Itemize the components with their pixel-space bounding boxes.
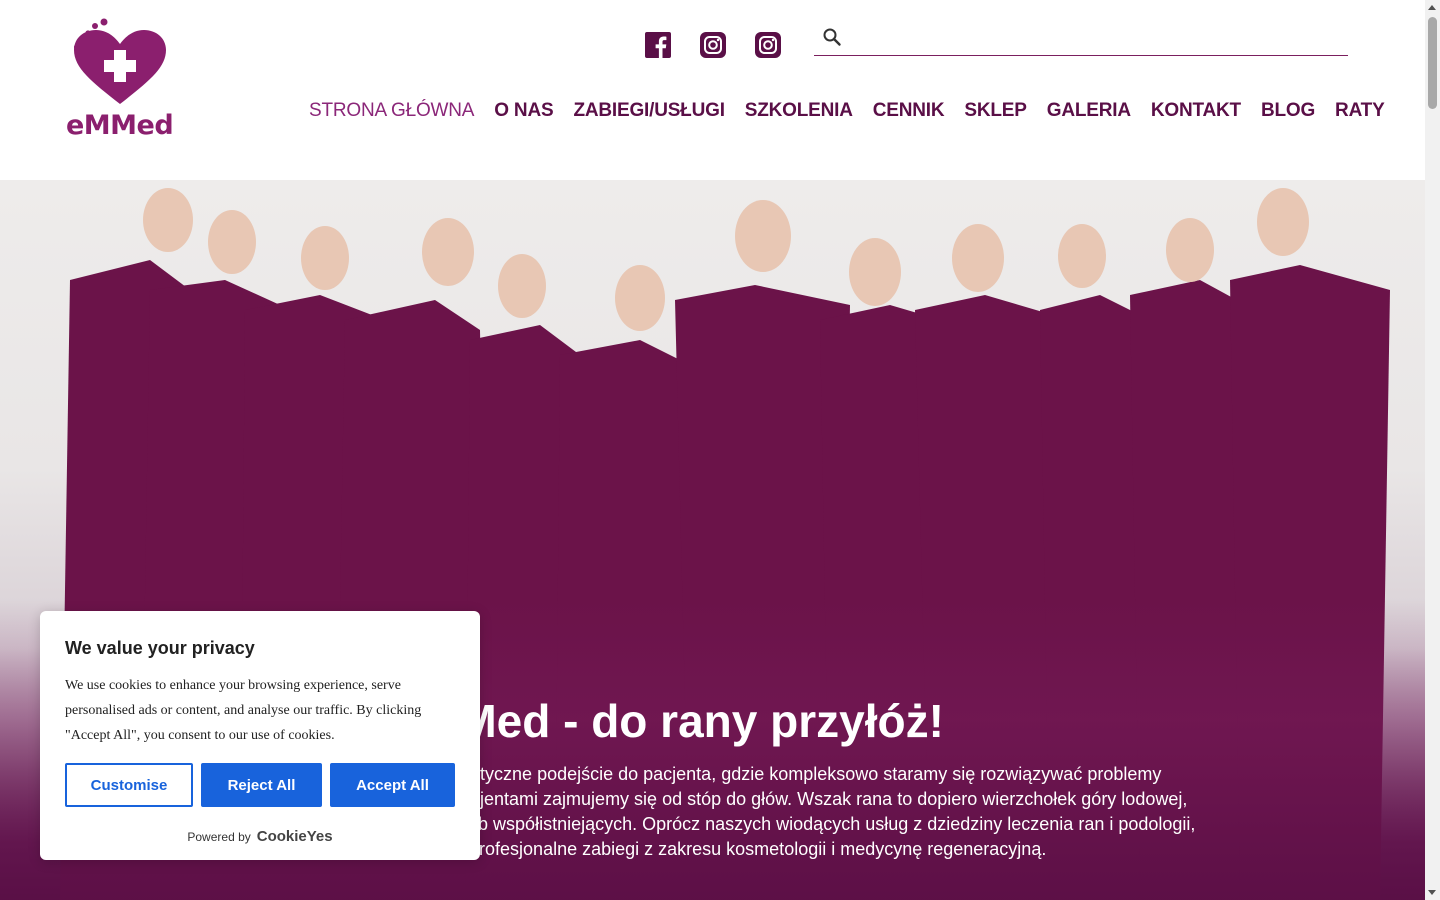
nav-item-strona-glowna[interactable]: STRONA GŁÓWNA <box>299 100 484 122</box>
cookie-text-line: "Accept All", you consent to our use of … <box>65 728 335 743</box>
scroll-up-arrow[interactable] <box>1428 5 1436 10</box>
nav-item-galeria[interactable]: GALERIA <box>1037 100 1141 122</box>
nav-item-kontakt[interactable]: KONTAKT <box>1141 100 1251 122</box>
hero-text-line: na holistyczne podejście do pacjenta, gd… <box>418 764 1162 784</box>
nav-item-o-nas[interactable]: O NAS <box>484 100 563 122</box>
logo-text: eMMed <box>66 110 174 141</box>
nav-item-zabiegi-uslugi[interactable]: ZABIEGI/USŁUGI <box>563 100 734 122</box>
scroll-down-arrow[interactable] <box>1428 890 1436 895</box>
hero-text-line: a chorób współistniejących. Oprócz naszy… <box>418 814 1196 834</box>
hero-text-line: ymi pacjentami zajmujemy się od stóp do … <box>418 789 1188 809</box>
cookie-description: We use cookies to enhance your browsing … <box>65 673 460 748</box>
nav-item-szkolenia[interactable]: SZKOLENIA <box>735 100 863 122</box>
cookieyes-logo[interactable]: CookieYes <box>257 828 333 845</box>
cookie-text-line: personalised ads or content, and analyse… <box>65 703 422 718</box>
hero-title: MMed - do rany przyłóż! <box>420 695 944 747</box>
search-bar <box>814 24 1348 56</box>
search-icon[interactable] <box>822 27 842 47</box>
nav-item-raty[interactable]: RATY <box>1325 100 1395 122</box>
powered-by: Powered by CookieYes <box>40 828 480 845</box>
nav-item-blog[interactable]: BLOG <box>1251 100 1325 122</box>
cookie-text-line: We use cookies to enhance your browsing … <box>65 678 401 693</box>
instagram-icon[interactable] <box>755 32 781 58</box>
scrollbar-thumb[interactable] <box>1428 17 1437 109</box>
nav-item-sklep[interactable]: SKLEP <box>954 100 1036 122</box>
powered-by-label: Powered by <box>187 829 251 844</box>
nav-item-cennik[interactable]: CENNIK <box>863 100 955 122</box>
cookie-consent-banner: We value your privacy We use cookies to … <box>40 611 480 860</box>
hero-description: na holistyczne podejście do pacjenta, gd… <box>418 762 1218 862</box>
customise-button[interactable]: Customise <box>65 763 193 807</box>
instagram-icon[interactable] <box>700 32 726 58</box>
emmed-logo[interactable]: eMMed <box>62 18 182 144</box>
heart-cross-icon <box>74 18 166 104</box>
hero-text-line: wnież profesjonalne zabiegi z zakresu ko… <box>418 839 1047 859</box>
search-input[interactable] <box>852 24 1342 54</box>
accept-all-button[interactable]: Accept All <box>330 763 455 807</box>
cookie-title: We value your privacy <box>65 638 255 658</box>
site-header: eMMed STRONA GŁÓWNA O NAS ZABIEGI/USŁUGI… <box>0 0 1425 180</box>
facebook-icon[interactable] <box>645 32 671 58</box>
main-nav: STRONA GŁÓWNA O NAS ZABIEGI/USŁUGI SZKOL… <box>299 100 1395 122</box>
page-scrollbar[interactable] <box>1425 0 1440 900</box>
reject-all-button[interactable]: Reject All <box>201 763 322 807</box>
